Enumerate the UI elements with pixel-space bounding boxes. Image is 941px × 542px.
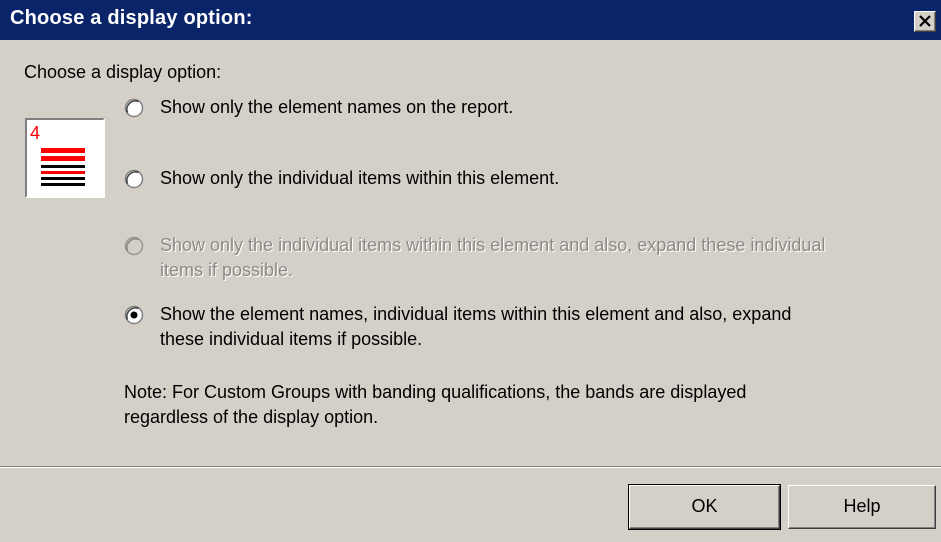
preview-marker: 4 bbox=[30, 123, 40, 143]
close-icon bbox=[919, 15, 931, 27]
option-label[interactable]: Show only the element names on the repor… bbox=[160, 95, 513, 120]
radio-button-selected[interactable] bbox=[124, 305, 144, 325]
option-label-line1: Show only the individual items within th… bbox=[160, 235, 826, 255]
close-button[interactable] bbox=[914, 11, 936, 32]
note-text: Note: For Custom Groups with banding qua… bbox=[124, 380, 904, 430]
note-line1: Note: For Custom Groups with banding qua… bbox=[124, 382, 747, 402]
radio-button[interactable] bbox=[124, 169, 144, 189]
divider bbox=[0, 466, 941, 468]
radio-button[interactable] bbox=[124, 98, 144, 118]
preview-graphic: 4 bbox=[30, 123, 85, 186]
report-layout-icon: 4 bbox=[25, 118, 105, 198]
note-line2: regardless of the display option. bbox=[124, 407, 379, 427]
help-button[interactable]: Help bbox=[788, 485, 936, 529]
radio-button-disabled bbox=[124, 236, 144, 256]
display-option-dialog: Choose a display option: Choose a displa… bbox=[0, 0, 941, 542]
ok-button[interactable]: OK bbox=[628, 484, 781, 530]
prompt-label: Choose a display option: bbox=[24, 62, 222, 82]
option-label-line1[interactable]: Show the element names, individual items… bbox=[160, 302, 791, 327]
option-label[interactable]: Show only the individual items within th… bbox=[160, 166, 559, 191]
option-label-line2[interactable]: these individual items if possible. bbox=[160, 327, 422, 352]
option-label-line2: items if possible. bbox=[160, 260, 294, 280]
dialog-title: Choose a display option: bbox=[10, 7, 253, 29]
title-bar[interactable]: Choose a display option: bbox=[0, 0, 941, 40]
